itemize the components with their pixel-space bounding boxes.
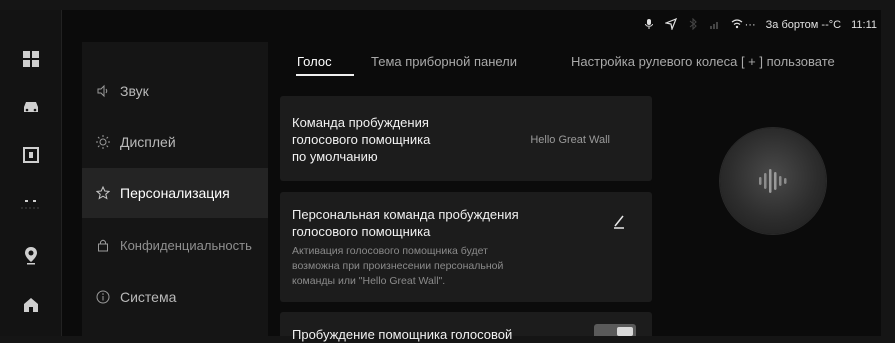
brightness-icon [96,135,110,149]
menu-label-sound: Звук [120,83,149,99]
menu-item-personalization[interactable]: Персонализация [82,168,268,218]
outside-label: За бортом --°C [766,19,841,31]
default-wake-title-line1: Команда пробуждения [292,115,429,130]
voice-wave-icon [759,169,787,193]
settings-menu: Звук Дисплей Персонализация Конфиденциал… [82,42,268,336]
custom-wake-card[interactable]: Персональная команда пробуждения голосов… [280,192,652,302]
custom-wake-description: Активация голосового помощника будет воз… [292,244,503,289]
edit-icon[interactable] [610,212,628,230]
active-tab-indicator [296,74,354,76]
custom-wake-desc-line2: возможна при произнесении персональной [292,260,504,272]
bluetooth-icon [687,17,699,33]
voice-wake-title: Пробуждение помощника голосовой [292,327,513,342]
microphone-icon[interactable] [643,18,655,33]
toggle-knob [617,327,633,336]
home-icon[interactable] [16,290,46,320]
menu-label-privacy: Конфиденциальность [120,237,252,253]
screen-bezel-right [881,0,895,343]
custom-wake-title-line2: голосового помощника [292,224,431,239]
sound-icon [96,84,110,98]
menu-label-display: Дисплей [120,134,176,150]
tab-steering-wheel[interactable]: Настройка рулевого колеса [ + ] пользова… [571,54,835,69]
apps-icon[interactable] [16,44,46,74]
signal-icon [709,18,721,33]
custom-wake-desc-line1: Активация голосового помощника будет [292,245,488,257]
media-icon[interactable] [16,140,46,170]
left-rail [0,10,62,336]
default-wake-title: Команда пробуждения голосового помощника… [292,114,430,165]
default-wake-title-line2: голосового помощника [292,132,431,147]
outside-temperature: --°C [821,19,842,31]
personalization-icon [96,186,110,200]
status-bar: ··· За бортом --°C 11:11 [643,16,877,34]
outside-label-text: За бортом [765,19,819,31]
tab-dashboard-theme[interactable]: Тема приборной панели [371,54,517,69]
default-wake-card[interactable]: Команда пробуждения голосового помощника… [280,96,652,181]
menu-label-system: Система [120,289,177,305]
voice-assistant-area [664,82,881,336]
menu-item-sound[interactable]: Звук [82,66,268,116]
default-wake-value[interactable]: Hello Great Wall [530,134,610,146]
lock-icon [96,238,110,252]
location-arrow-icon [663,17,677,33]
screen-bezel-top [0,0,895,10]
tab-bar: Голос Тема приборной панели Настройка ру… [268,42,881,82]
menu-item-display[interactable]: Дисплей [82,117,268,167]
status-dots: ··· [744,19,756,31]
voice-wake-toggle[interactable] [594,324,636,336]
voice-orb[interactable] [720,128,826,234]
custom-wake-desc-line3: команды или "Hello Great Wall". [292,275,446,287]
tab-voice[interactable]: Голос [297,54,332,69]
navigation-icon[interactable] [16,240,46,270]
menu-label-personalization: Персонализация [120,185,230,201]
menu-item-privacy[interactable]: Конфиденциальность [82,220,268,270]
divider-icon [16,188,46,218]
car-icon[interactable] [16,92,46,122]
menu-item-system[interactable]: Система [82,272,268,322]
custom-wake-title-line1: Персональная команда пробуждения [292,207,519,222]
wifi-icon [731,18,743,33]
info-icon [96,290,110,304]
clock: 11:11 [851,19,877,31]
custom-wake-title: Персональная команда пробуждения голосов… [292,206,519,240]
default-wake-title-line3: по умолчанию [292,149,378,164]
